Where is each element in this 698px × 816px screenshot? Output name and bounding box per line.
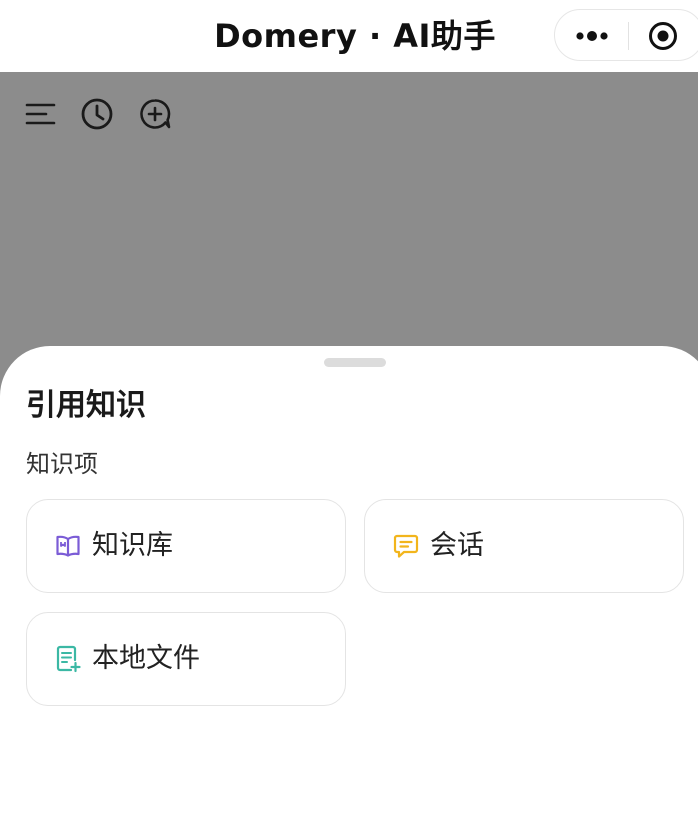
option-knowledge-base[interactable]: 知识库 bbox=[26, 499, 346, 593]
target-close-icon bbox=[649, 22, 677, 50]
history-button[interactable] bbox=[79, 96, 115, 132]
file-add-icon bbox=[54, 645, 82, 673]
option-local-file[interactable]: 本地文件 bbox=[26, 612, 346, 706]
option-label: 知识库 bbox=[92, 530, 173, 561]
sheet-drag-handle[interactable] bbox=[324, 358, 386, 367]
chat-bubble-icon bbox=[392, 532, 420, 560]
sheet-title: 引用知识 bbox=[26, 388, 146, 423]
section-label: 知识项 bbox=[26, 450, 98, 478]
cite-knowledge-sheet: 引用知识 知识项 知识库 会话 本地文件 bbox=[0, 346, 698, 816]
option-label: 会话 bbox=[430, 530, 484, 561]
more-dots-icon bbox=[576, 31, 608, 41]
new-chat-icon bbox=[140, 99, 171, 129]
option-label: 本地文件 bbox=[92, 643, 200, 674]
close-button[interactable] bbox=[641, 16, 685, 56]
menu-icon bbox=[25, 103, 56, 125]
new-chat-button[interactable] bbox=[137, 96, 173, 132]
mini-program-capsule bbox=[554, 9, 698, 61]
history-clock-icon bbox=[81, 98, 113, 130]
book-icon bbox=[54, 532, 82, 560]
capsule-divider bbox=[628, 22, 629, 50]
more-button[interactable] bbox=[563, 16, 621, 56]
menu-button[interactable] bbox=[22, 96, 58, 132]
option-conversation[interactable]: 会话 bbox=[364, 499, 684, 593]
app-header: Domery · AI助手 bbox=[0, 0, 698, 72]
